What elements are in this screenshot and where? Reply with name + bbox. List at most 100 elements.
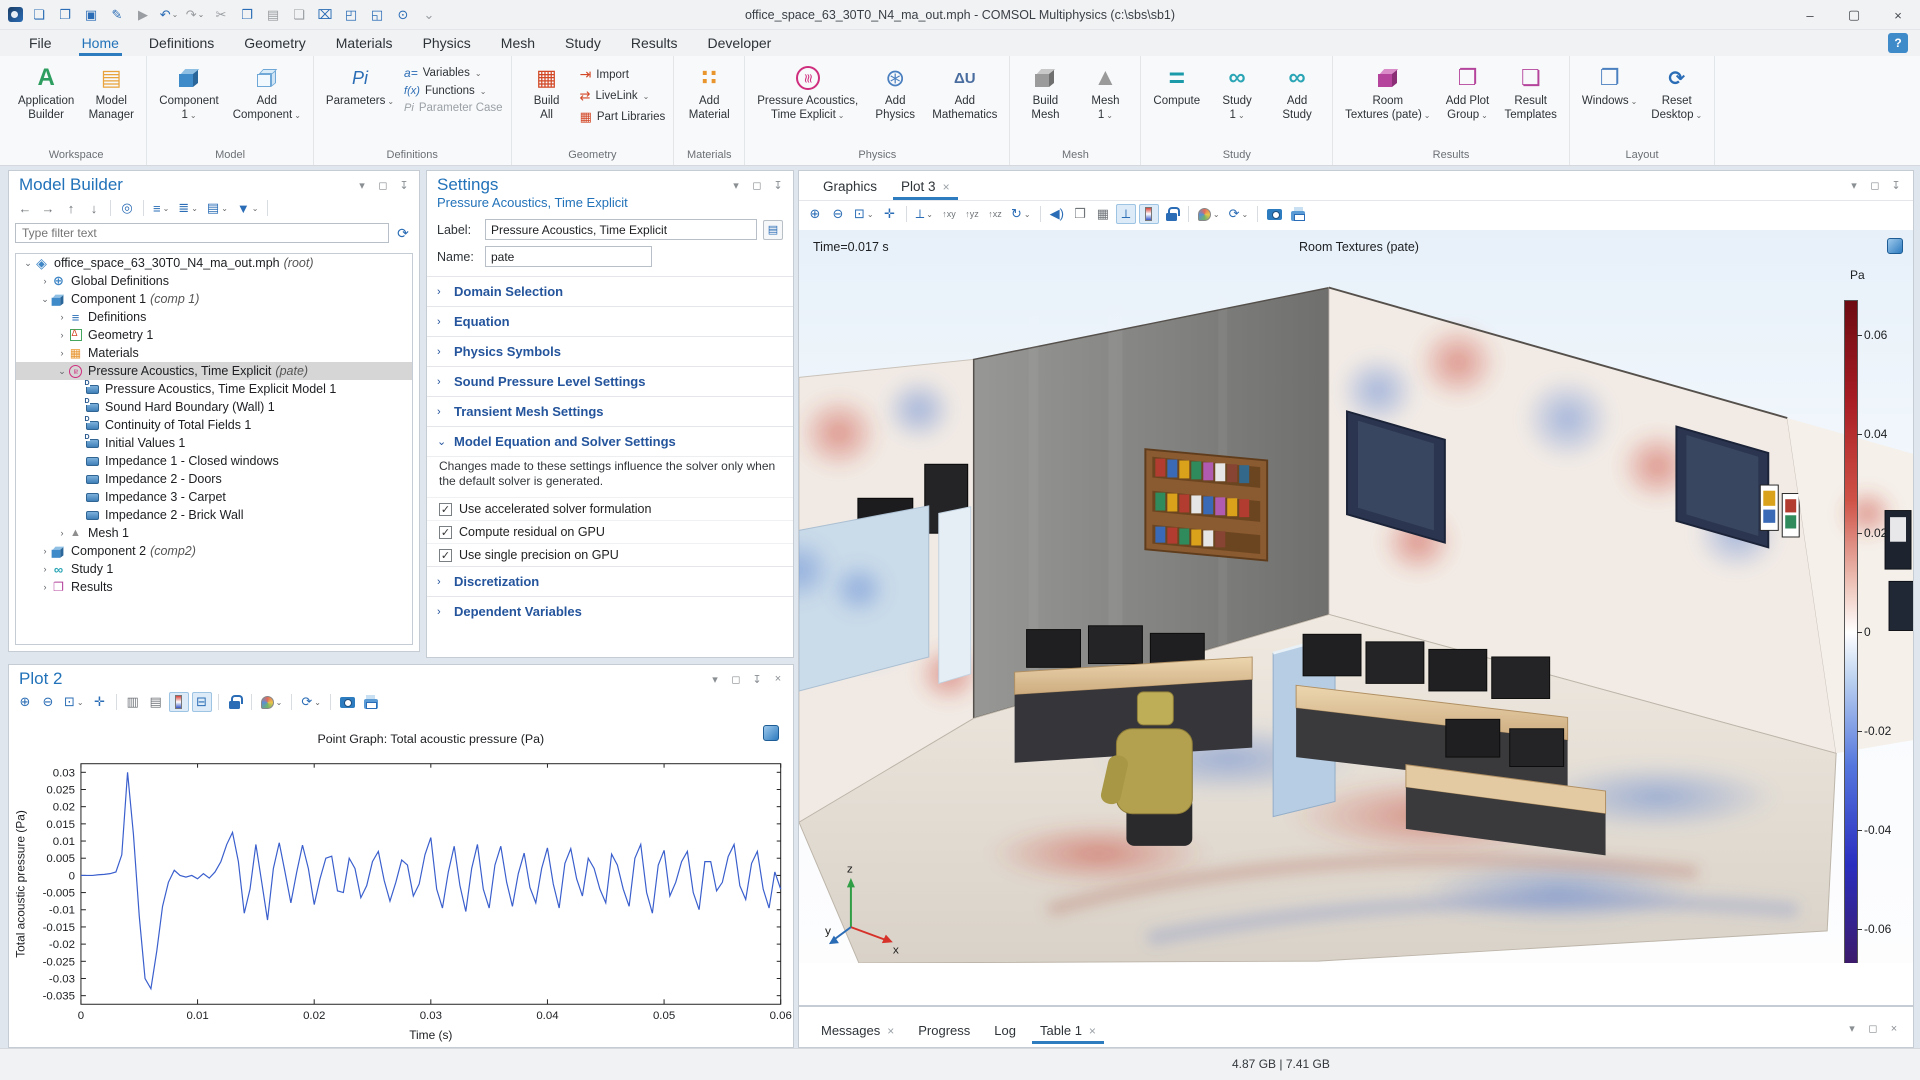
refresh-icon[interactable]: ⟳ xyxy=(393,223,413,243)
panel-menu-icon[interactable]: ▾ xyxy=(355,179,369,192)
pressure-acoustics-time-explicit-button[interactable]: ≋ Pressure Acoustics, Time Explicit ⌄ xyxy=(753,60,862,123)
add-component-button[interactable]: Add Component ⌄ xyxy=(229,60,305,123)
tree-item-impedance-1-closed-windows[interactable]: Impedance 1 - Closed windows xyxy=(16,452,412,470)
zoom-in-button[interactable]: ⊕ xyxy=(15,692,35,712)
update-button[interactable]: ⟳ ⌄ xyxy=(1226,204,1252,224)
forward-button[interactable]: → xyxy=(38,198,58,218)
tree-item-initial-values-1[interactable]: Initial Values 1 xyxy=(16,433,412,452)
tab-messages[interactable]: Messages × xyxy=(809,1023,906,1047)
study-1-button[interactable]: ∞ Study 1 ⌄ xyxy=(1210,60,1264,123)
menu-tab-file[interactable]: File xyxy=(14,30,67,56)
tree-collapsed-icon[interactable]: › xyxy=(39,564,51,574)
add-mathematics-button[interactable]: ΔU Add Mathematics xyxy=(928,60,1001,123)
move-down-button[interactable]: ↓ xyxy=(84,198,104,218)
menu-tab-developer[interactable]: Developer xyxy=(693,30,787,56)
run-button[interactable]: ▶ xyxy=(133,5,153,25)
tree-item-component-2[interactable]: › Component 2 (comp2) xyxy=(16,542,412,560)
tree-collapsed-icon[interactable]: › xyxy=(39,582,51,592)
panel-float-icon[interactable]: ◻ xyxy=(729,673,743,686)
tree-collapsed-icon[interactable]: › xyxy=(39,276,51,286)
show-annotation-button[interactable]: ⊟ xyxy=(191,692,212,712)
zoom-in-button[interactable]: ⊕ xyxy=(805,204,825,224)
section-header[interactable]: › Sound Pressure Level Settings xyxy=(427,367,793,396)
redo-button[interactable]: ↷ ⌄ xyxy=(185,5,205,25)
menu-tab-mesh[interactable]: Mesh xyxy=(486,30,550,56)
help-button[interactable]: ? xyxy=(1888,33,1908,53)
lock-axes-button[interactable] xyxy=(225,692,245,712)
parameters-button[interactable]: Pi Parameters ⌄ xyxy=(322,60,398,110)
plot-settings-icon[interactable] xyxy=(763,725,779,741)
image-snapshot-button[interactable] xyxy=(337,692,358,712)
tree-item-results[interactable]: › ❐ Results xyxy=(16,578,412,596)
panel-menu-icon[interactable]: ▾ xyxy=(1847,179,1861,192)
tree-item-global-definitions[interactable]: › ⊕ Global Definitions xyxy=(16,272,412,290)
add-material-button[interactable]: ∷ Add Material xyxy=(682,60,736,123)
section-header[interactable]: › Dependent Variables xyxy=(427,597,793,626)
functions-button[interactable]: f(x) Functions ⌄ xyxy=(404,85,503,97)
tree-collapsed-icon[interactable]: › xyxy=(39,546,51,556)
update-button[interactable]: ⟳ ⌄ xyxy=(298,692,324,712)
add-physics-button[interactable]: ⊛ Add Physics xyxy=(868,60,922,123)
panel-pin-icon[interactable]: ↧ xyxy=(1889,179,1903,192)
graphics-canvas-3d[interactable]: z x y Time=0.017 s Room Textures (pate) … xyxy=(799,230,1913,963)
build-mesh-button[interactable]: Build Mesh xyxy=(1018,60,1072,123)
tree-item-geometry-1[interactable]: › Geometry 1 xyxy=(16,326,412,344)
image-settings-button[interactable]: ⌄ xyxy=(1195,204,1223,224)
panel-close-icon[interactable]: × xyxy=(771,673,785,685)
section-header[interactable]: › Transient Mesh Settings xyxy=(427,397,793,426)
zoom-extents-button[interactable]: ✛ xyxy=(90,692,110,712)
y-grid-button[interactable]: ▤ xyxy=(146,692,166,712)
part-libraries-button[interactable]: ▦ Part Libraries xyxy=(580,109,666,125)
tree-expanded-icon[interactable]: ⌄ xyxy=(39,294,51,305)
menu-tab-results[interactable]: Results xyxy=(616,30,693,56)
section-header[interactable]: › Discretization xyxy=(427,567,793,596)
section-header[interactable]: › Domain Selection xyxy=(427,277,793,306)
menu-tab-geometry[interactable]: Geometry xyxy=(229,30,320,56)
cut-button[interactable]: ✂ xyxy=(211,5,231,25)
rotate-button[interactable]: ↻ ⌄ xyxy=(1008,204,1034,224)
menu-tab-physics[interactable]: Physics xyxy=(408,30,486,56)
x-grid-button[interactable]: ▥ xyxy=(123,692,143,712)
open-file-button[interactable]: ❐ xyxy=(55,5,75,25)
tab-progress[interactable]: Progress xyxy=(906,1023,982,1047)
save-as-button[interactable]: ✎ xyxy=(107,5,127,25)
section-header[interactable]: ⌄ Model Equation and Solver Settings xyxy=(427,427,793,456)
add-study-button[interactable]: ∞ Add Study xyxy=(1270,60,1324,123)
tree-item-impedance-3-carpet[interactable]: Impedance 3 - Carpet xyxy=(16,488,412,506)
tree-item-component-1[interactable]: ⌄ Component 1 (comp 1) xyxy=(16,290,412,308)
close-button[interactable]: × xyxy=(1876,0,1920,30)
select-box-button[interactable]: ◰ xyxy=(341,5,361,25)
minimize-button[interactable]: – xyxy=(1788,0,1832,30)
plot2-canvas[interactable]: Point Graph: Total acoustic pressure (Pa… xyxy=(9,717,793,1047)
scene-light-button[interactable]: ◀) xyxy=(1047,204,1067,224)
panel-menu-icon[interactable]: ▾ xyxy=(729,179,743,192)
tree-item-study-1[interactable]: › ∞ Study 1 xyxy=(16,560,412,578)
menu-tab-definitions[interactable]: Definitions xyxy=(134,30,229,56)
color-theme-button[interactable]: ⌄ xyxy=(258,692,286,712)
mesh-1-button[interactable]: ▲ Mesh 1 ⌄ xyxy=(1078,60,1132,123)
show-legend-button[interactable] xyxy=(168,692,189,712)
section-header[interactable]: › Equation xyxy=(427,307,793,336)
panel-pin-icon[interactable]: ↧ xyxy=(750,673,764,686)
livelink-button[interactable]: ⇄ LiveLink ⌄ xyxy=(580,88,666,104)
section-header[interactable]: › Physics Symbols xyxy=(427,337,793,366)
customize-toolbar-button[interactable]: ⌄ xyxy=(419,5,439,25)
back-button[interactable]: ← xyxy=(15,198,35,218)
tab-table-1[interactable]: Table 1 × xyxy=(1028,1023,1108,1047)
lock-view-button[interactable] xyxy=(1162,204,1182,224)
name-input[interactable] xyxy=(485,246,652,267)
filter-button[interactable]: ▼ ⌄ xyxy=(234,198,262,218)
reset-desktop-button[interactable]: ⟳ Reset Desktop ⌄ xyxy=(1647,60,1706,123)
build-all-button[interactable]: ▦ Build All xyxy=(520,60,574,123)
windows-button[interactable]: ❐ Windows ⌄ xyxy=(1578,60,1641,110)
show-axis-orientation-button[interactable]: ⟂ xyxy=(1115,204,1136,224)
checkbox-checked[interactable]: ✓ xyxy=(439,502,452,516)
expand-all-button[interactable]: ≡ ⌄ xyxy=(150,198,172,218)
view-xz-button[interactable]: ↑xz xyxy=(985,204,1005,224)
add-plot-group-button[interactable]: ❐ Add Plot Group ⌄ xyxy=(1441,60,1495,123)
zoom-box-button[interactable]: ⊡ ⌄ xyxy=(851,204,877,224)
tree-item-continuity-of-total-fields-1[interactable]: Continuity of Total Fields 1 xyxy=(16,415,412,434)
tree-collapsed-icon[interactable]: › xyxy=(56,348,68,358)
find-button[interactable]: ⊙ xyxy=(393,5,413,25)
tree-expanded-icon[interactable]: ⌄ xyxy=(22,258,34,269)
